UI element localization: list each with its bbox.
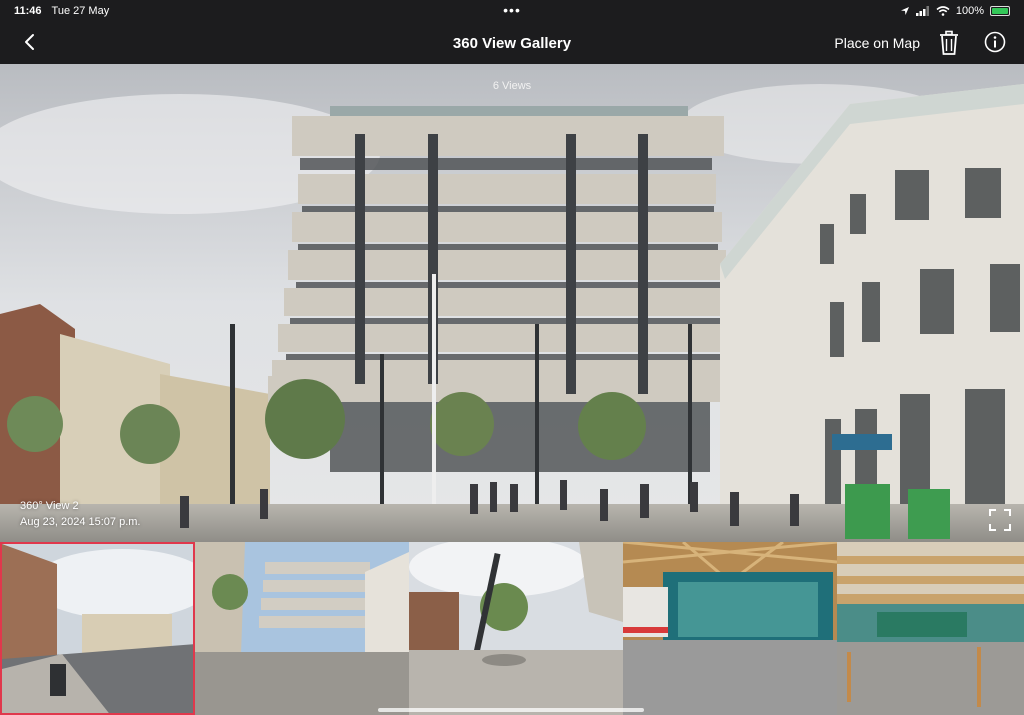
place-on-map-button[interactable]: Place on Map bbox=[834, 35, 920, 51]
thumbnail-image bbox=[837, 542, 1024, 715]
thumbnail-strip[interactable] bbox=[0, 542, 1024, 715]
thumbnail-image bbox=[409, 542, 623, 715]
status-bar: 11:46 Tue 27 May ••• 100% bbox=[0, 0, 1024, 22]
multitask-dots-icon[interactable]: ••• bbox=[503, 2, 521, 18]
thumbnail-scrollbar[interactable] bbox=[378, 708, 644, 712]
page-title: 360 View Gallery bbox=[452, 34, 572, 52]
thumbnail-view-1[interactable] bbox=[0, 542, 195, 715]
battery-icon bbox=[990, 6, 1010, 16]
location-icon bbox=[900, 7, 909, 15]
wifi-icon bbox=[936, 6, 950, 16]
trash-icon[interactable] bbox=[938, 30, 960, 56]
signal-icon bbox=[915, 6, 929, 16]
back-chevron-icon[interactable] bbox=[20, 30, 40, 54]
thumbnail-view-5[interactable] bbox=[837, 542, 1024, 715]
status-date: Tue 27 May bbox=[51, 5, 110, 17]
battery-percent: 100% bbox=[955, 5, 984, 17]
fullscreen-icon[interactable] bbox=[988, 508, 1012, 532]
view-date: Aug 23, 2024 15:07 p.m. bbox=[20, 516, 141, 528]
info-icon[interactable] bbox=[984, 31, 1006, 53]
navigation-bar: 360 View Gallery Place on Map bbox=[0, 22, 1024, 64]
panorama-viewer[interactable]: 6 Views 360° View 2 Aug 23, 2024 15:07 p… bbox=[0, 64, 1024, 542]
thumbnail-view-2[interactable] bbox=[195, 542, 409, 715]
view-name: 360° View 2 bbox=[20, 500, 79, 512]
status-time: 11:46 bbox=[14, 5, 42, 17]
thumbnail-view-3[interactable] bbox=[409, 542, 623, 715]
view-caption: 360° View 2 Aug 23, 2024 15:07 p.m. bbox=[20, 498, 140, 530]
thumbnail-image bbox=[623, 542, 837, 715]
thumbnail-image bbox=[195, 542, 409, 715]
street-panorama-image bbox=[0, 64, 1024, 542]
thumbnail-image bbox=[2, 544, 193, 713]
views-count: 6 Views bbox=[492, 80, 532, 92]
thumbnail-view-4[interactable] bbox=[623, 542, 837, 715]
